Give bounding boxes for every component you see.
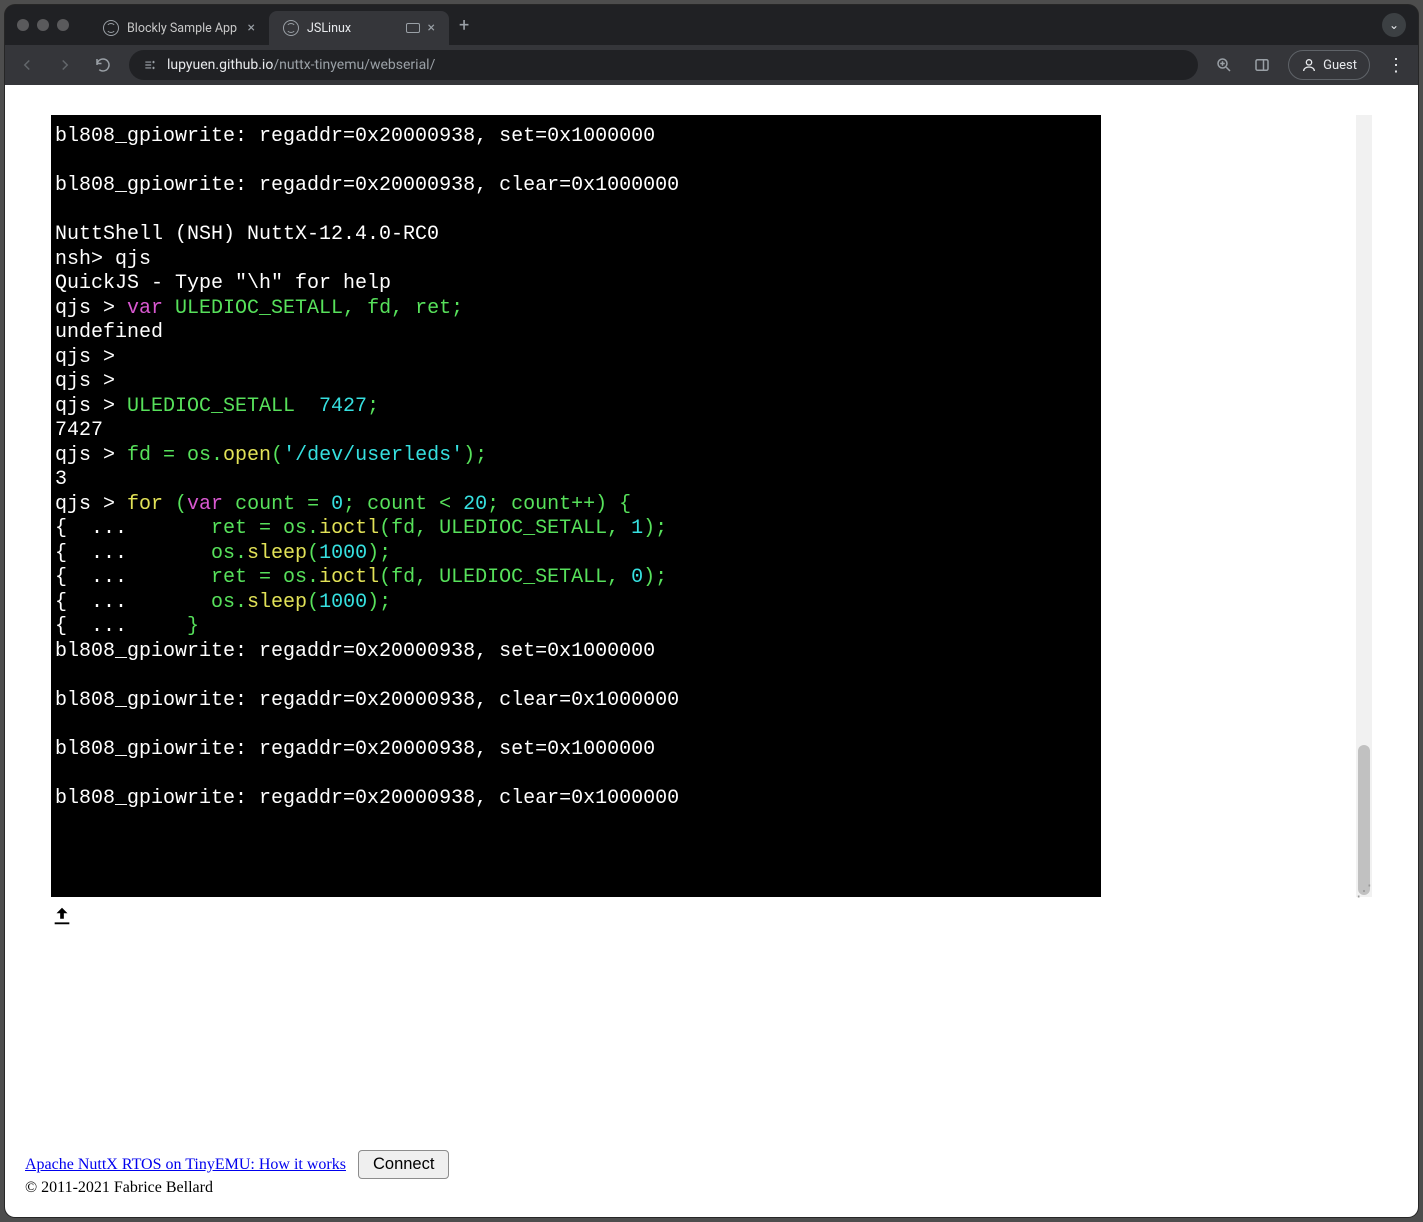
copyright-text: © 2011-2021 Fabrice Bellard (25, 1179, 449, 1197)
resize-handle-icon[interactable]: ⋰ (1356, 883, 1372, 899)
page-body: bl808_gpiowrite: regaddr=0x20000938, set… (5, 85, 1418, 1217)
below-terminal-bar (51, 905, 1372, 931)
tab-label: JSLinux (307, 21, 398, 36)
close-tab-icon[interactable]: × (428, 21, 435, 35)
tab-blockly[interactable]: Blockly Sample App × (89, 11, 269, 45)
upload-icon[interactable] (51, 905, 73, 931)
window-controls (17, 19, 69, 31)
zoom-icon[interactable] (1212, 53, 1236, 77)
page-viewport: bl808_gpiowrite: regaddr=0x20000938, set… (5, 85, 1418, 1217)
toolbar: lupyuen.github.io/nuttx-tinyemu/webseria… (5, 45, 1418, 85)
globe-icon (103, 20, 119, 36)
how-it-works-link[interactable]: Apache NuttX RTOS on TinyEMU: How it wor… (25, 1156, 346, 1173)
traffic-min[interactable] (37, 19, 49, 31)
window-dropdown-button[interactable]: ⌄ (1382, 13, 1406, 37)
globe-icon (283, 20, 299, 36)
forward-button[interactable] (53, 53, 77, 77)
titlebar: Blockly Sample App × JSLinux × + ⌄ (5, 5, 1418, 45)
profile-guest-button[interactable]: Guest (1288, 50, 1370, 80)
browser-menu-button[interactable]: ⋮ (1384, 53, 1408, 77)
address-bar[interactable]: lupyuen.github.io/nuttx-tinyemu/webseria… (129, 50, 1198, 80)
person-icon (1301, 57, 1317, 73)
url-text: lupyuen.github.io/nuttx-tinyemu/webseria… (167, 57, 435, 73)
media-icon[interactable] (406, 23, 420, 33)
guest-label: Guest (1323, 58, 1357, 73)
back-button[interactable] (15, 53, 39, 77)
tab-strip: Blockly Sample App × JSLinux × + (89, 5, 1372, 45)
terminal[interactable]: bl808_gpiowrite: regaddr=0x20000938, set… (51, 115, 1101, 897)
page-footer: Apache NuttX RTOS on TinyEMU: How it wor… (25, 1150, 1398, 1197)
connect-button[interactable]: Connect (358, 1150, 449, 1179)
reload-button[interactable] (91, 53, 115, 77)
site-settings-icon[interactable] (143, 58, 157, 72)
traffic-close[interactable] (17, 19, 29, 31)
terminal-container: bl808_gpiowrite: regaddr=0x20000938, set… (51, 115, 1372, 897)
browser-window: Blockly Sample App × JSLinux × + ⌄ (5, 5, 1418, 1217)
terminal-scrollbar[interactable] (1356, 115, 1372, 897)
traffic-max[interactable] (57, 19, 69, 31)
close-tab-icon[interactable]: × (248, 21, 255, 35)
new-tab-button[interactable]: + (449, 15, 479, 36)
tab-jslinux[interactable]: JSLinux × (269, 11, 449, 45)
scroll-thumb[interactable] (1358, 745, 1370, 895)
side-panel-icon[interactable] (1250, 53, 1274, 77)
tab-label: Blockly Sample App (127, 21, 240, 36)
